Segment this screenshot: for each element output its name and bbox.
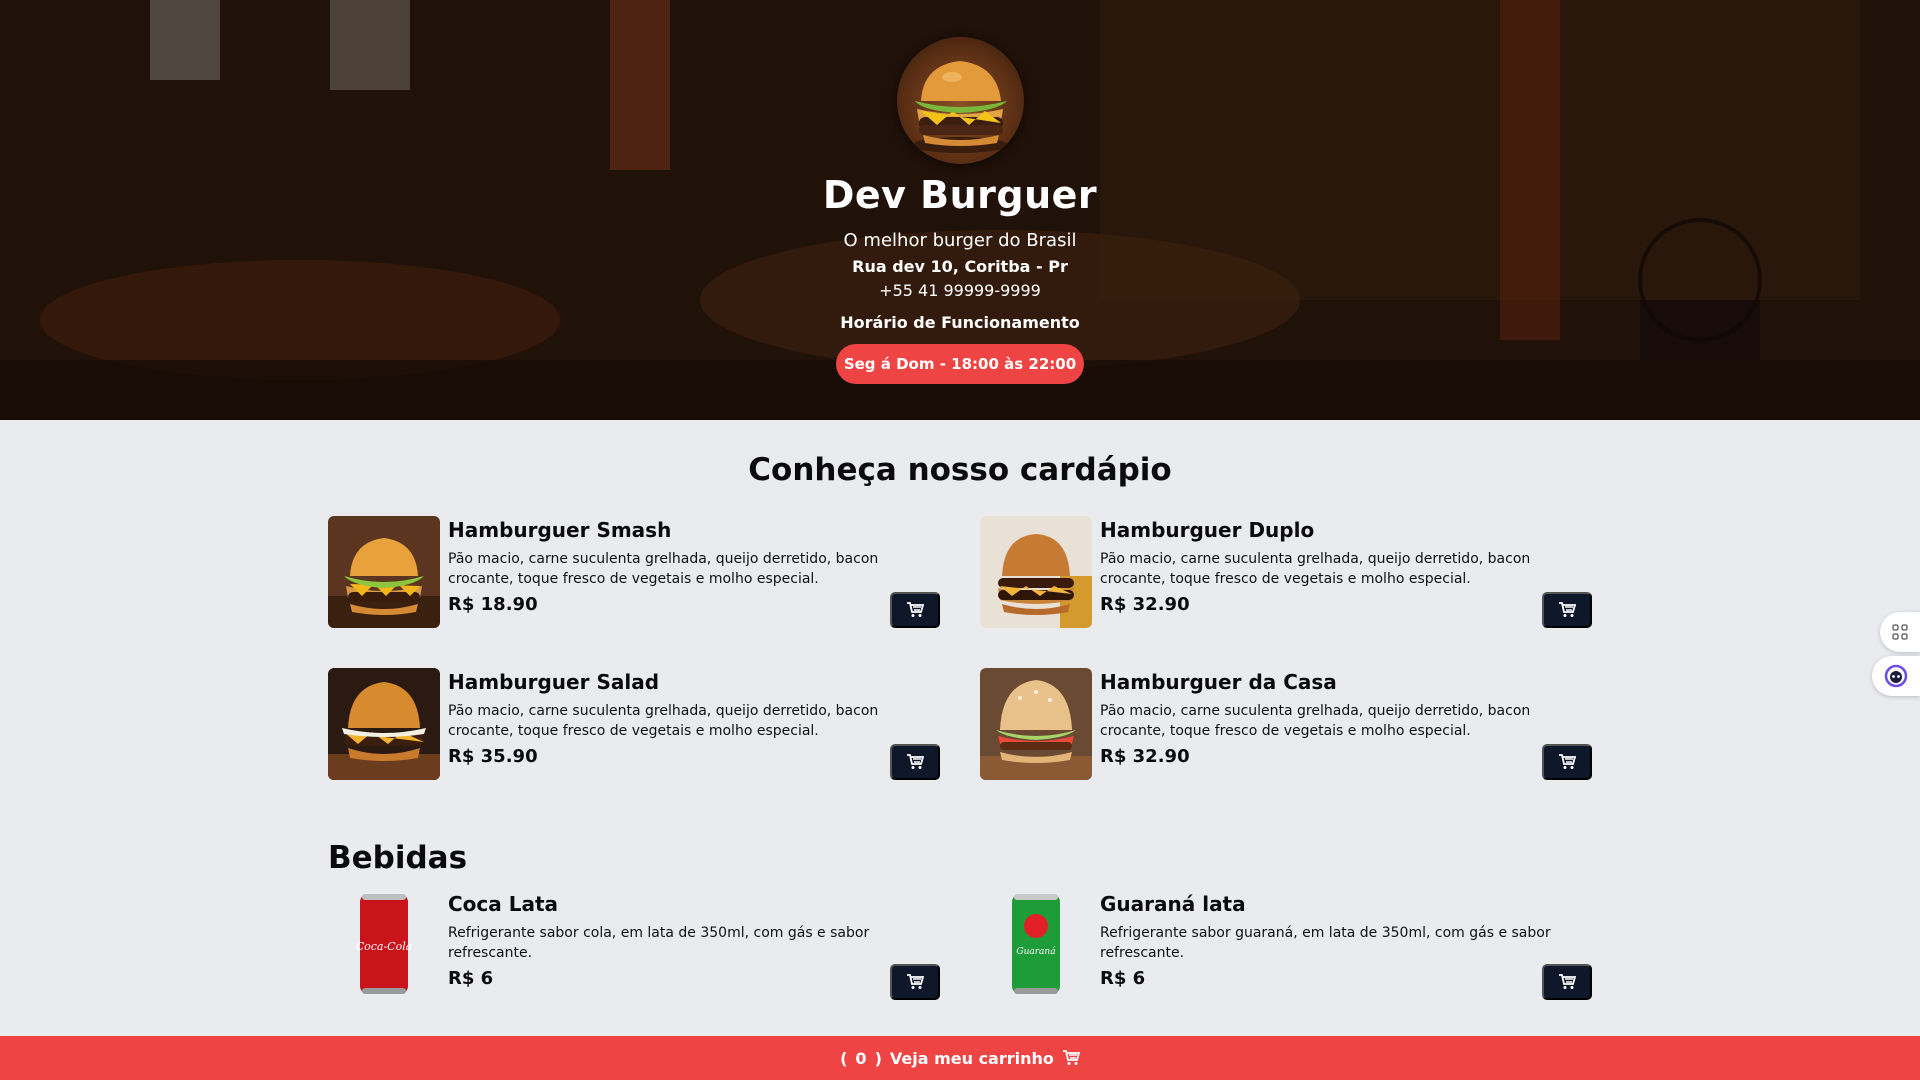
- burger-icon: [912, 61, 1008, 153]
- apps-icon: [1892, 624, 1908, 640]
- menu-item-name: Hamburguer Duplo: [1100, 518, 1315, 542]
- view-cart-label: Veja meu carrinho: [889, 1048, 1054, 1068]
- burger-image: [980, 668, 1092, 780]
- burger-image: [328, 668, 440, 780]
- opening-hours-title: Horário de Funcionamento: [840, 313, 1080, 332]
- add-to-cart-button[interactable]: [1542, 744, 1592, 780]
- cart-icon: [907, 754, 924, 769]
- restaurant-address: Rua dev 10, Coritba - Pr: [852, 257, 1068, 276]
- burger-image: [980, 516, 1092, 628]
- menu-item-price: R$ 35.90: [448, 746, 538, 767]
- add-to-cart-button[interactable]: [1542, 592, 1592, 628]
- add-to-cart-button[interactable]: [890, 592, 940, 628]
- burger-image: [328, 516, 440, 628]
- coca-can-image: Coca-Cola: [328, 890, 440, 1002]
- hero-banner: Dev Burguer O melhor burger do Brasil Ru…: [0, 0, 1920, 420]
- assistant-widget-button[interactable]: [1872, 656, 1920, 696]
- cart-icon: [1062, 1050, 1080, 1065]
- cart-icon: [1559, 974, 1576, 989]
- menu-item-description: Pão macio, carne suculenta grelhada, que…: [1100, 703, 1531, 739]
- menu-item-price: R$ 32.90: [1100, 746, 1190, 767]
- menu-item-price: R$ 32.90: [1100, 594, 1190, 615]
- drink-item-name: Guaraná lata: [1100, 892, 1246, 916]
- can-label: Guaraná: [1016, 946, 1055, 957]
- menu-item-description: Pão macio, carne suculenta grelhada, que…: [1100, 551, 1531, 587]
- cart-count: 0: [855, 1048, 867, 1068]
- drink-item: Coca-Cola Coca Lata Refrigerante sabor c…: [328, 890, 940, 1004]
- assistant-icon: [1884, 664, 1908, 688]
- menu-item: Hamburguer Salad Pão macio, carne sucule…: [328, 668, 940, 782]
- can-label: Coca-Cola: [356, 940, 413, 953]
- opening-hours-badge: Seg á Dom - 18:00 às 22:00: [836, 344, 1084, 384]
- cart-open-paren: (: [840, 1048, 848, 1068]
- drinks-title: Bebidas: [328, 840, 468, 876]
- add-to-cart-button[interactable]: [1542, 964, 1592, 1000]
- hero-content: Dev Burguer O melhor burger do Brasil Ru…: [0, 0, 1920, 420]
- menu-item-name: Hamburguer da Casa: [1100, 670, 1337, 694]
- menu-item: Hamburguer Duplo Pão macio, carne sucule…: [980, 516, 1592, 630]
- menu-item-description: Pão macio, carne suculenta grelhada, que…: [448, 551, 879, 587]
- drink-item: Guaraná Guaraná lata Refrigerante sabor …: [980, 890, 1592, 1004]
- menu-title: Conheça nosso cardápio: [748, 452, 1172, 488]
- cart-icon: [1559, 602, 1576, 617]
- restaurant-tagline: O melhor burger do Brasil: [843, 230, 1077, 251]
- add-to-cart-button[interactable]: [890, 744, 940, 780]
- menu-item-price: R$ 18.90: [448, 594, 538, 615]
- cart-icon: [907, 974, 924, 989]
- add-to-cart-button[interactable]: [890, 964, 940, 1000]
- menu-item-name: Hamburguer Salad: [448, 670, 660, 694]
- menu-item-name: Hamburguer Smash: [448, 518, 672, 542]
- drink-item-description: Refrigerante sabor cola, em lata de 350m…: [448, 925, 870, 961]
- cart-icon: [1559, 754, 1576, 769]
- drink-item-price: R$ 6: [1100, 968, 1146, 989]
- burger-logo: [897, 37, 1024, 164]
- menu-item-description: Pão macio, carne suculenta grelhada, que…: [448, 703, 879, 739]
- restaurant-name: Dev Burguer: [822, 173, 1098, 217]
- cart-close-paren: ): [874, 1048, 882, 1068]
- guarana-can-image: Guaraná: [980, 890, 1092, 1002]
- view-cart-bar[interactable]: ( 0 ) Veja meu carrinho: [0, 1036, 1920, 1080]
- cart-icon: [907, 602, 924, 617]
- menu-item: Hamburguer da Casa Pão macio, carne sucu…: [980, 668, 1592, 782]
- drink-item-price: R$ 6: [448, 968, 494, 989]
- drink-item-name: Coca Lata: [448, 892, 559, 916]
- restaurant-phone: +55 41 99999-9999: [879, 281, 1041, 300]
- menu-item: Hamburguer Smash Pão macio, carne sucule…: [328, 516, 940, 630]
- drink-item-description: Refrigerante sabor guaraná, em lata de 3…: [1100, 925, 1551, 961]
- apps-widget-button[interactable]: [1880, 612, 1920, 652]
